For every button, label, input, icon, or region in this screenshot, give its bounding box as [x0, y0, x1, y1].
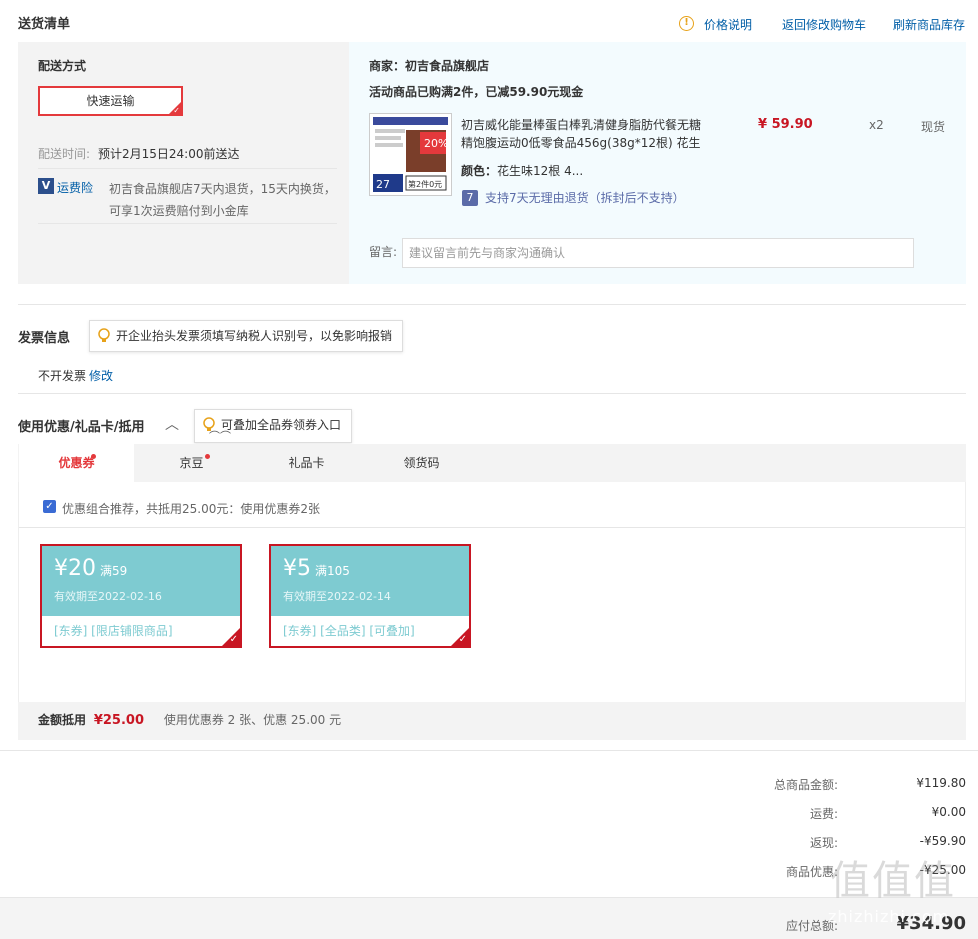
delivery-method-label: 配送方式 — [38, 59, 87, 73]
coupon-expiry: 有效期至2022-02-16 — [54, 590, 162, 603]
insurance-line-2: 可享1次运费赔付到小金库 — [109, 204, 249, 218]
coupon-tags: [东券] [全品类] [可叠加] — [283, 624, 415, 638]
insurance-line-1: 初吉食品旗舰店7天内退货，15天内换货， — [109, 182, 336, 196]
delivery-time-value: 预计2月15日24:00前送达 — [98, 147, 240, 161]
divider — [38, 223, 337, 224]
stock-status: 现货 — [921, 120, 946, 134]
page-title: 送货清单 — [18, 17, 71, 32]
combo-text: 优惠组合推荐，共抵用25.00元：使用优惠券2张 — [62, 502, 320, 516]
check-icon: ✓ — [173, 106, 180, 115]
shipping-method-button[interactable]: 快速运输 ✓ — [38, 86, 183, 116]
coupon-expiry: 有效期至2022-02-14 — [283, 590, 391, 603]
coupon-condition: 满59 — [100, 564, 128, 578]
coupon-amount: ¥5 — [283, 556, 311, 581]
coupon-card[interactable]: ¥5 满105 有效期至2022-02-14 [东券] [全品类] [可叠加] ✓ — [269, 544, 471, 648]
lightbulb-icon — [98, 328, 110, 342]
tab-redeem-code[interactable]: 领货码 — [364, 444, 479, 482]
invoice-title: 发票信息 — [18, 331, 71, 346]
tab-jingdou[interactable]: 京豆 — [134, 444, 249, 482]
tab-jingdou-label: 京豆 — [179, 456, 204, 470]
product-badge-text: 第2件0元 — [408, 179, 442, 189]
section-divider — [18, 304, 966, 305]
coupon-amount: ¥20 — [54, 556, 96, 581]
shipping-value: ¥0.00 — [931, 805, 966, 819]
new-dot-icon — [205, 454, 210, 459]
product-title-line-1: 初吉威化能量棒蛋白棒乳清健身脂肪代餐无糖 — [461, 118, 702, 132]
coupon-header: ¥5 满105 有效期至2022-02-14 — [271, 546, 469, 616]
product-price: ¥ 59.90 — [758, 117, 813, 132]
watermark-site: zhizhizhi.com — [828, 907, 950, 926]
tab-gift-card[interactable]: 礼品卡 — [249, 444, 364, 482]
back-to-cart-link[interactable]: 返回修改购物车 — [782, 16, 866, 33]
insurance-text: 初吉食品旗舰店7天内退货，15天内换货， 可享1次运费赔付到小金库 — [109, 178, 336, 222]
price-note-link[interactable]: 价格说明 — [704, 16, 752, 33]
coupon-card[interactable]: ¥20 满59 有效期至2022-02-16 [东券] [限店铺限商品] ✓ — [40, 544, 242, 648]
shield-icon: V — [38, 178, 54, 194]
divider — [19, 527, 965, 528]
merchant-name: 商家：初吉食品旗舰店 — [369, 59, 490, 73]
check-icon: ✓ — [458, 634, 467, 645]
shipping-label: 运费: — [809, 807, 838, 821]
coupon-tags: [东券] [限店铺限商品] — [54, 624, 173, 638]
discount-summary: 金额抵用 ¥25.00 使用优惠券 2 张、优惠 25.00 元 — [18, 702, 966, 740]
color-value: 花生味12根 4... — [497, 164, 584, 178]
product-image[interactable]: 20% 27 第2件0元 — [369, 113, 452, 196]
discount-sum-value: ¥25.00 — [93, 713, 145, 728]
product-color: 颜色：花生味12根 4... — [461, 162, 583, 179]
product-quantity: x2 — [869, 118, 884, 132]
return-policy-text: 支持7天无理由退货（拆封后不支持） — [485, 191, 685, 205]
product-percent-text: 20% — [424, 137, 448, 150]
invoice-tip-text: 开企业抬头发票须填写纳税人识别号，以免影响报销 — [116, 329, 393, 343]
check-icon: ✓ — [229, 634, 238, 645]
coupon-entry-tip-text: 可叠加全品券领券入口 — [221, 418, 342, 432]
promo-text: 活动商品已购满2件，已减59.90元现金 — [369, 85, 584, 99]
product-thumbnail-icon: 20% 27 第2件0元 — [370, 114, 451, 195]
discount-sum-label: 金额抵用 — [38, 713, 87, 727]
invoice-value: 不开发票 — [38, 369, 87, 383]
invoice-tip: 开企业抬头发票须填写纳税人识别号，以免影响报销 — [89, 320, 404, 352]
combo-checkbox[interactable]: ✓ — [43, 500, 56, 513]
remark-label: 留言: — [369, 245, 398, 259]
wave-icon: ⌒⌒ — [209, 430, 231, 443]
tab-coupons-label: 优惠券 — [58, 456, 95, 470]
chevron-up-icon[interactable]: ︿ — [165, 414, 179, 434]
shipping-method-label: 快速运输 — [86, 94, 135, 108]
remark-input[interactable] — [402, 238, 914, 268]
coupon-condition: 满105 — [315, 564, 350, 578]
invoice-edit-link[interactable]: 修改 — [89, 367, 113, 384]
rebate-value: -¥59.90 — [919, 834, 966, 848]
delivery-time-label: 配送时间: — [38, 147, 91, 161]
section-divider — [18, 393, 966, 394]
tab-redeem-code-label: 领货码 — [403, 456, 440, 470]
coupon-header: ¥20 满59 有效期至2022-02-16 — [42, 546, 240, 616]
discount-title[interactable]: 使用优惠/礼品卡/抵用 — [18, 416, 145, 435]
section-divider — [0, 750, 978, 751]
insurance-link[interactable]: 运费险 — [57, 179, 93, 196]
color-label: 颜色： — [461, 164, 498, 178]
tab-gift-card-label: 礼品卡 — [288, 456, 325, 470]
product-number-text: 27 — [376, 178, 390, 191]
tab-coupons[interactable]: 优惠券 — [19, 444, 134, 482]
refresh-stock-link[interactable]: 刷新商品库存 — [893, 16, 965, 33]
shipping-row: 运费: ¥0.00 — [666, 805, 966, 825]
total-goods-label: 总商品金额: — [773, 778, 838, 792]
info-icon: ! — [679, 16, 694, 31]
delivery-panel — [18, 42, 349, 284]
new-dot-icon — [91, 454, 96, 459]
total-goods-row: 总商品金额: ¥119.80 — [666, 776, 966, 796]
discount-tabs: 优惠券 京豆 礼品卡 领货码 — [18, 444, 966, 482]
return-policy-icon: 7 — [462, 190, 478, 206]
divider — [38, 168, 337, 169]
product-title-link[interactable]: 初吉威化能量棒蛋白棒乳清健身脂肪代餐无糖 精饱腹运动0低零食品456g(38g*… — [461, 116, 721, 152]
watermark-logo: 值值值 — [830, 858, 956, 904]
total-goods-value: ¥119.80 — [916, 776, 966, 790]
product-title-line-2: 精饱腹运动0低零食品456g(38g*12根) 花生 — [461, 136, 701, 150]
discount-sum-desc: 使用优惠券 2 张、优惠 25.00 元 — [163, 713, 342, 727]
